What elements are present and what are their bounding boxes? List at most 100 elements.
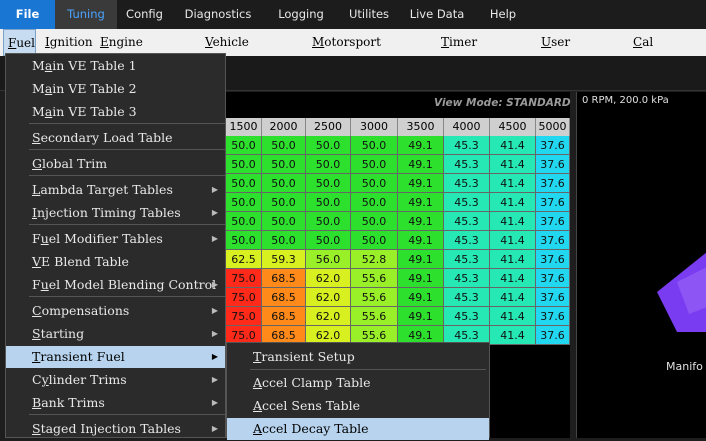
table-cell[interactable]: 41.4 [490,250,536,269]
fuel-menu-item-global-trim[interactable]: Global Trim [6,153,225,175]
fuel-menu-item-lambda-target-tables[interactable]: Lambda Target Tables ▶ [6,179,225,201]
transient-menu-item-accel-sens-table[interactable]: Accel Sens Table [227,395,489,417]
table-cell[interactable]: 37.6 [536,155,570,174]
table-cell[interactable]: 50.0 [351,136,398,155]
table-cell[interactable]: 68.5 [262,288,306,307]
table-cell[interactable]: 50.0 [262,231,306,250]
table-cell[interactable]: 50.0 [226,212,262,231]
table-cell[interactable]: 49.1 [398,136,444,155]
table-cell[interactable]: 75.0 [226,307,262,326]
fuel-menu-item-main-ve-table-3[interactable]: Main VE Table 3 [6,101,225,123]
table-cell[interactable]: 50.0 [306,174,351,193]
fuel-menu-item-starting[interactable]: Starting ▶ [6,323,225,345]
menu-config[interactable]: Config [117,0,172,29]
table-cell[interactable]: 45.3 [444,288,490,307]
table-cell[interactable]: 37.6 [536,288,570,307]
fuel-menu-item-cylinder-trims[interactable]: Cylinder Trims ▶ [6,369,225,391]
table-cell[interactable]: 49.1 [398,269,444,288]
table-cell[interactable]: 49.1 [398,193,444,212]
table-cell[interactable]: 62.0 [306,269,351,288]
table-cell[interactable]: 50.0 [351,155,398,174]
submenu-ignition[interactable]: Ignition [45,29,93,56]
table-cell[interactable]: 41.4 [490,307,536,326]
table-cell[interactable]: 45.3 [444,231,490,250]
table-cell[interactable]: 75.0 [226,288,262,307]
menu-help[interactable]: Help [484,0,522,29]
table-cell[interactable]: 56.0 [306,250,351,269]
table-cell[interactable]: 62.0 [306,307,351,326]
table-cell[interactable]: 50.0 [226,136,262,155]
transient-menu-item-accel-clamp-table[interactable]: Accel Clamp Table [227,372,489,394]
table-cell[interactable]: 75.0 [226,269,262,288]
fuel-menu-item-ve-blend-table[interactable]: VE Blend Table [6,251,225,273]
table-cell[interactable]: 55.6 [351,269,398,288]
table-cell[interactable]: 41.4 [490,269,536,288]
table-cell[interactable]: 37.6 [536,269,570,288]
fuel-menu-item-fuel-model-blending-control[interactable]: Fuel Model Blending Control ▶ [6,274,225,296]
table-cell[interactable]: 50.0 [262,212,306,231]
table-cell[interactable]: 41.4 [490,288,536,307]
table-cell[interactable]: 59.3 [262,250,306,269]
fuel-menu-item-secondary-load-table[interactable]: Secondary Load Table [6,127,225,149]
table-cell[interactable]: 41.4 [490,174,536,193]
table-cell[interactable]: 50.0 [306,231,351,250]
table-cell[interactable]: 50.0 [351,231,398,250]
table-cell[interactable]: 50.0 [226,155,262,174]
submenu-engine-functions[interactable]: Engine Functions [100,29,196,76]
table-cell[interactable]: 50.0 [262,136,306,155]
table-cell[interactable]: 50.0 [226,174,262,193]
table-cell[interactable]: 50.0 [306,212,351,231]
table-cell[interactable]: 62.5 [226,250,262,269]
table-cell[interactable]: 50.0 [262,193,306,212]
fuel-menu-item-fuel-modifier-tables[interactable]: Fuel Modifier Tables ▶ [6,228,225,250]
table-cell[interactable]: 50.0 [262,174,306,193]
table-cell[interactable]: 45.3 [444,269,490,288]
table-cell[interactable]: 50.0 [351,174,398,193]
table-cell[interactable]: 37.6 [536,136,570,155]
table-cell[interactable]: 68.5 [262,307,306,326]
table-cell[interactable]: 37.6 [536,212,570,231]
fuel-menu-item-main-ve-table-1[interactable]: Main VE Table 1 [6,55,225,77]
fuel-menu-item-staged-injection-tables[interactable]: Staged Injection Tables ▶ [6,418,225,440]
submenu-fuel[interactable]: Fuel [3,29,36,56]
menu-logging[interactable]: Logging [272,0,330,29]
menu-tuning[interactable]: Tuning [55,0,117,29]
table-cell[interactable]: 45.3 [444,250,490,269]
table-cell[interactable]: 41.4 [490,326,536,345]
table-cell[interactable]: 37.6 [536,250,570,269]
table-cell[interactable]: 49.1 [398,212,444,231]
table-cell[interactable]: 45.3 [444,307,490,326]
table-cell[interactable]: 50.0 [351,212,398,231]
table-cell[interactable]: 49.1 [398,288,444,307]
fuel-menu-item-transient-fuel[interactable]: Transient Fuel ▶ [6,346,225,368]
table-cell[interactable]: 45.3 [444,174,490,193]
table-cell[interactable]: 37.6 [536,174,570,193]
table-cell[interactable]: 50.0 [226,193,262,212]
menu-file[interactable]: File [0,0,55,29]
table-cell[interactable]: 37.6 [536,193,570,212]
table-cell[interactable]: 37.6 [536,307,570,326]
fuel-menu-item-bank-trims[interactable]: Bank Trims ▶ [6,392,225,414]
table-cell[interactable]: 49.1 [398,250,444,269]
table-cell[interactable]: 49.1 [398,307,444,326]
table-cell[interactable]: 50.0 [306,155,351,174]
menu-diagnostics[interactable]: Diagnostics [180,0,256,29]
table-cell[interactable]: 45.3 [444,212,490,231]
fuel-menu-item-main-ve-table-2[interactable]: Main VE Table 2 [6,78,225,100]
table-cell[interactable]: 50.0 [226,231,262,250]
transient-menu-item-transient-setup[interactable]: Transient Setup [227,346,489,368]
table-cell[interactable]: 52.8 [351,250,398,269]
submenu-timer-functions[interactable]: Timer Functions [441,29,529,76]
table-cell[interactable]: 49.1 [398,231,444,250]
table-cell[interactable]: 41.4 [490,136,536,155]
fuel-menu-item-compensations[interactable]: Compensations ▶ [6,300,225,322]
table-cell[interactable]: 55.6 [351,307,398,326]
menu-live-data[interactable]: Live Data [406,0,468,29]
table-cell[interactable]: 50.0 [306,193,351,212]
table-cell[interactable]: 41.4 [490,212,536,231]
table-cell[interactable]: 37.6 [536,326,570,345]
table-cell[interactable]: 45.3 [444,155,490,174]
table-cell[interactable]: 55.6 [351,288,398,307]
table-cell[interactable]: 49.1 [398,155,444,174]
table-cell[interactable]: 68.5 [262,269,306,288]
